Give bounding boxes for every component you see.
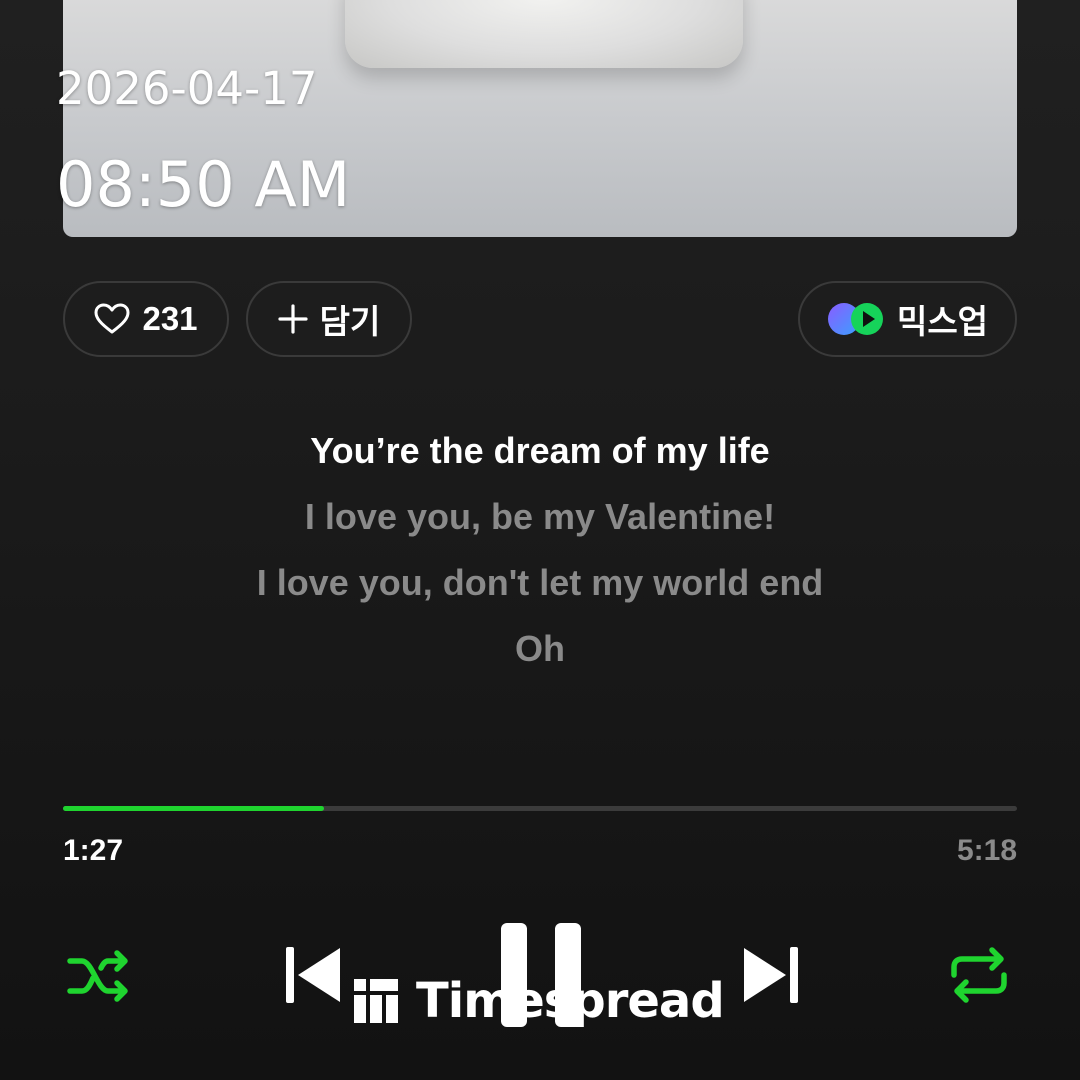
overlay-time: 08:50 AM [56, 148, 351, 221]
progress-fill [63, 806, 325, 811]
heart-icon [94, 303, 130, 335]
music-player-screen: 2026-04-17 08:50 AM 231 담기 믹스업 You’re th… [0, 0, 1080, 1080]
repeat-icon [948, 945, 1010, 1010]
next-track-button[interactable] [740, 944, 802, 1010]
mixup-button[interactable]: 믹스업 [798, 281, 1017, 357]
lyrics-panel[interactable]: You’re the dream of my life I love you, … [0, 418, 1080, 682]
skip-previous-icon [284, 944, 342, 1011]
lyric-line-current: You’re the dream of my life [310, 430, 770, 471]
previous-track-button[interactable] [282, 944, 344, 1010]
plus-icon [278, 304, 308, 334]
mixup-label: 믹스업 [896, 303, 989, 340]
like-button[interactable]: 231 [63, 281, 229, 357]
like-count: 231 [142, 300, 198, 337]
total-time: 5:18 [956, 834, 1017, 867]
mixup-icon [827, 301, 885, 337]
timespread-logo-icon [354, 979, 398, 1023]
album-art-fur-object [345, 0, 743, 68]
overlay-date: 2026-04-17 [56, 62, 318, 115]
elapsed-time: 1:27 [63, 834, 124, 867]
lyric-line: I love you, be my Valentine! [304, 496, 776, 537]
repeat-button[interactable] [946, 946, 1012, 1008]
skip-next-icon [742, 944, 800, 1011]
lyric-line: Oh [515, 628, 565, 669]
watermark: Timespread [354, 972, 725, 1030]
shuffle-button[interactable] [64, 946, 134, 1010]
add-label: 담기 [319, 303, 381, 340]
shuffle-icon [66, 947, 132, 1010]
watermark-text: Timespread [416, 973, 725, 1029]
lyric-line: I love you, don't let my world end [256, 562, 824, 603]
progress-bar[interactable] [63, 806, 1017, 811]
add-to-playlist-button[interactable]: 담기 [246, 281, 412, 357]
